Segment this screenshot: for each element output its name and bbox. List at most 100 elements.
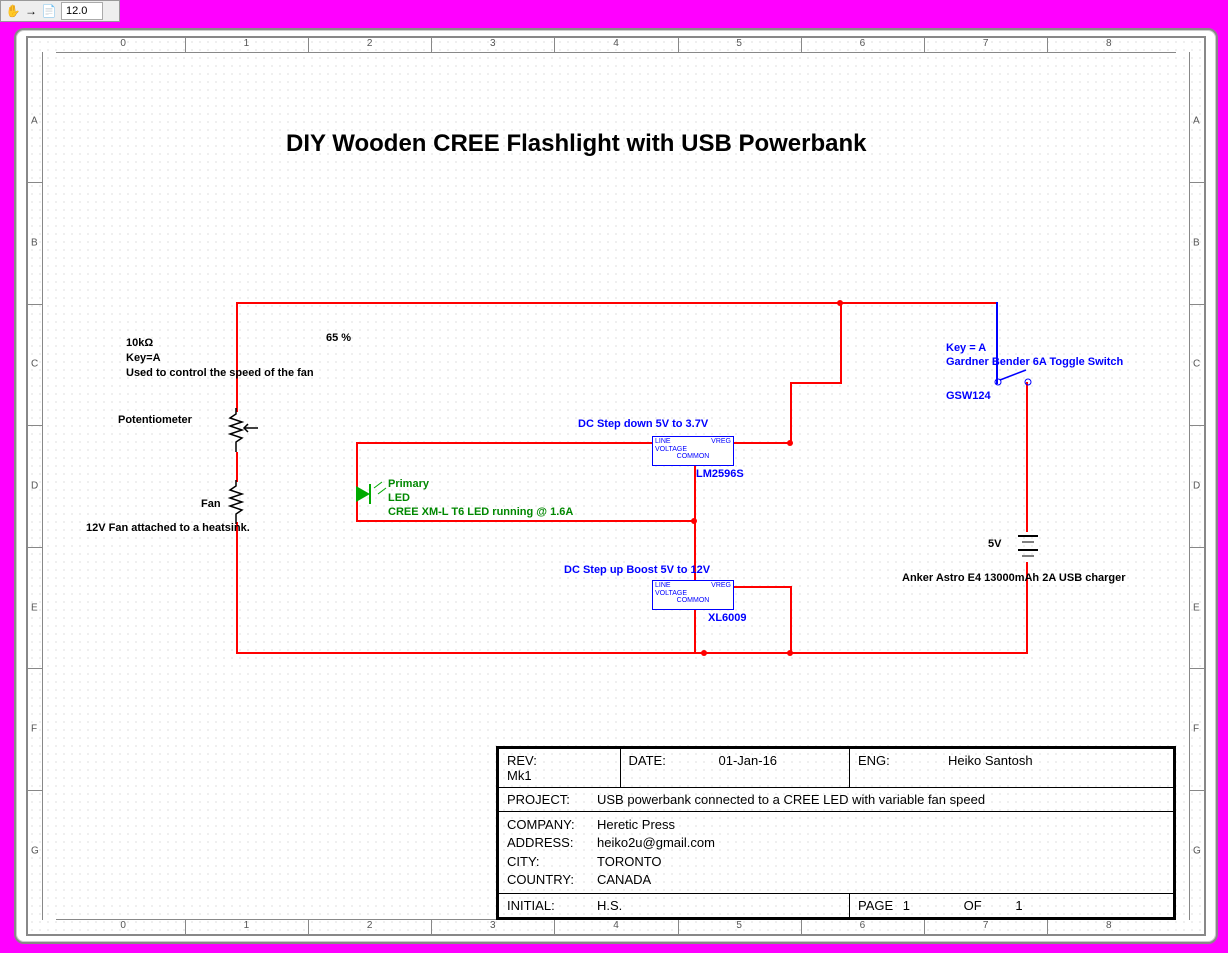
battery-voltage: 5V <box>988 538 1001 550</box>
wire <box>790 382 792 444</box>
stepdown-regulator: LINEVREG VOLTAGE COMMON <box>652 436 734 466</box>
wire <box>694 520 696 586</box>
wire <box>704 652 778 654</box>
app-window: ✋ → 📄 12.0 0 1 2 3 4 5 6 7 8 <box>0 0 1228 953</box>
wire <box>732 442 792 444</box>
ruler-label: F <box>31 724 37 735</box>
schematic-sheet: 0 1 2 3 4 5 6 7 8 0 1 2 3 4 5 <box>14 28 1218 944</box>
wire-node <box>787 440 793 446</box>
tb-eng-k: ENG: <box>858 753 948 768</box>
battery-desc: Anker Astro E4 13000mAh 2A USB charger <box>902 572 1126 584</box>
ruler-label: 8 <box>1106 38 1112 49</box>
ruler-label: 6 <box>860 920 866 931</box>
ruler-label: 4 <box>613 38 619 49</box>
tb-project-k: PROJECT: <box>507 792 597 807</box>
tb-country-v: CANADA <box>597 872 651 887</box>
tb-date-k: DATE: <box>629 753 719 768</box>
ruler-label: 7 <box>983 38 989 49</box>
wire <box>790 382 842 384</box>
tb-country-k: COUNTRY: <box>507 871 597 889</box>
tb-rev-v: Mk1 <box>507 768 532 783</box>
switch-part: GSW124 <box>946 390 991 402</box>
schematic-title: DIY Wooden CREE Flashlight with USB Powe… <box>286 130 867 158</box>
ruler-label: 1 <box>244 38 250 49</box>
tb-rev-k: REV: <box>507 753 597 768</box>
tb-company-k: COMPANY: <box>507 816 597 834</box>
ruler-label: 5 <box>736 920 742 931</box>
pot-name: Potentiometer <box>118 414 192 426</box>
pot-value: 10kΩ <box>126 337 153 349</box>
drawing-area[interactable]: DIY Wooden CREE Flashlight with USB Powe… <box>56 52 1176 920</box>
ruler-label: 6 <box>860 38 866 49</box>
led-label1: Primary <box>388 478 429 490</box>
ruler-label: 2 <box>367 38 373 49</box>
ruler-label: 5 <box>736 38 742 49</box>
ruler-label: A <box>1193 116 1200 127</box>
tb-page-v: 1 <box>903 898 910 913</box>
wire-node <box>787 650 793 656</box>
tb-of-v: 1 <box>1015 898 1022 913</box>
tb-initial-k: INITIAL: <box>507 898 597 913</box>
title-block: REV:Mk1 DATE:01-Jan-16 ENG:Heiko Santosh… <box>496 746 1176 920</box>
ruler-label: 2 <box>367 920 373 931</box>
pan-hand-icon[interactable]: ✋ <box>5 3 21 19</box>
stepup-title: DC Step up Boost 5V to 12V <box>564 564 710 576</box>
wire <box>356 520 696 522</box>
ruler-label: B <box>1193 237 1200 248</box>
stepdown-title: DC Step down 5V to 3.7V <box>578 418 708 430</box>
toggle-switch-icon <box>994 368 1034 388</box>
pot-setting: 65 % <box>326 332 351 344</box>
ruler-label: 4 <box>613 920 619 931</box>
wire <box>236 522 238 652</box>
tb-city-k: CITY: <box>507 853 597 871</box>
ruler-label: 3 <box>490 38 496 49</box>
wire <box>732 586 792 588</box>
wire <box>236 302 996 304</box>
ruler-right: A B C D E F G <box>1189 52 1204 920</box>
fan-name: Fan <box>201 498 221 510</box>
schematic-canvas[interactable]: 0 1 2 3 4 5 6 7 8 0 1 2 3 4 5 <box>26 36 1206 936</box>
wire <box>1026 382 1028 532</box>
wire <box>356 442 358 522</box>
tb-date-v: 01-Jan-16 <box>719 753 778 768</box>
stepdown-part: LM2596S <box>696 468 744 480</box>
pot-desc: Used to control the speed of the fan <box>126 367 314 379</box>
ruler-label: G <box>31 845 39 856</box>
ruler-label: 8 <box>1106 920 1112 931</box>
ruler-label: C <box>1193 359 1200 370</box>
ruler-label: E <box>31 602 38 613</box>
tb-page-k: PAGE <box>858 898 893 913</box>
ruler-label: E <box>1193 602 1200 613</box>
wire <box>694 608 696 654</box>
arrow-right-icon: → <box>25 4 37 18</box>
document-icon[interactable]: 📄 <box>41 3 57 19</box>
tb-address-v: heiko2u@gmail.com <box>597 835 715 850</box>
wire <box>776 652 1028 654</box>
wire <box>236 652 706 654</box>
ruler-label: 0 <box>120 38 126 49</box>
ruler-label: G <box>1193 845 1201 856</box>
tb-project-v: USB powerbank connected to a CREE LED wi… <box>597 792 985 807</box>
potentiometer-icon <box>228 408 268 456</box>
stepup-regulator: LINEVREG VOLTAGE COMMON <box>652 580 734 610</box>
ruler-left: A B C D E F G <box>28 52 43 920</box>
wire-node <box>691 518 697 524</box>
ruler-label: 0 <box>120 920 126 931</box>
ruler-top: 0 1 2 3 4 5 6 7 8 <box>56 38 1176 53</box>
stepup-part: XL6009 <box>708 612 747 624</box>
tb-city-v: TORONTO <box>597 854 662 869</box>
battery-icon <box>1014 530 1042 564</box>
pot-key: Key=A <box>126 352 161 364</box>
zoom-value[interactable]: 12.0 <box>61 2 103 20</box>
wire-node <box>701 650 707 656</box>
wire <box>790 586 792 654</box>
wire <box>356 442 652 444</box>
tb-eng-v: Heiko Santosh <box>948 753 1033 768</box>
switch-key: Key = A <box>946 342 986 354</box>
ruler-label: D <box>1193 481 1200 492</box>
ruler-bottom: 0 1 2 3 4 5 6 7 8 <box>56 919 1176 934</box>
switch-desc: Gardner Bender 6A Toggle Switch <box>946 356 1123 368</box>
ruler-label: C <box>31 359 38 370</box>
wire <box>236 452 238 482</box>
resistor-icon <box>228 480 248 526</box>
